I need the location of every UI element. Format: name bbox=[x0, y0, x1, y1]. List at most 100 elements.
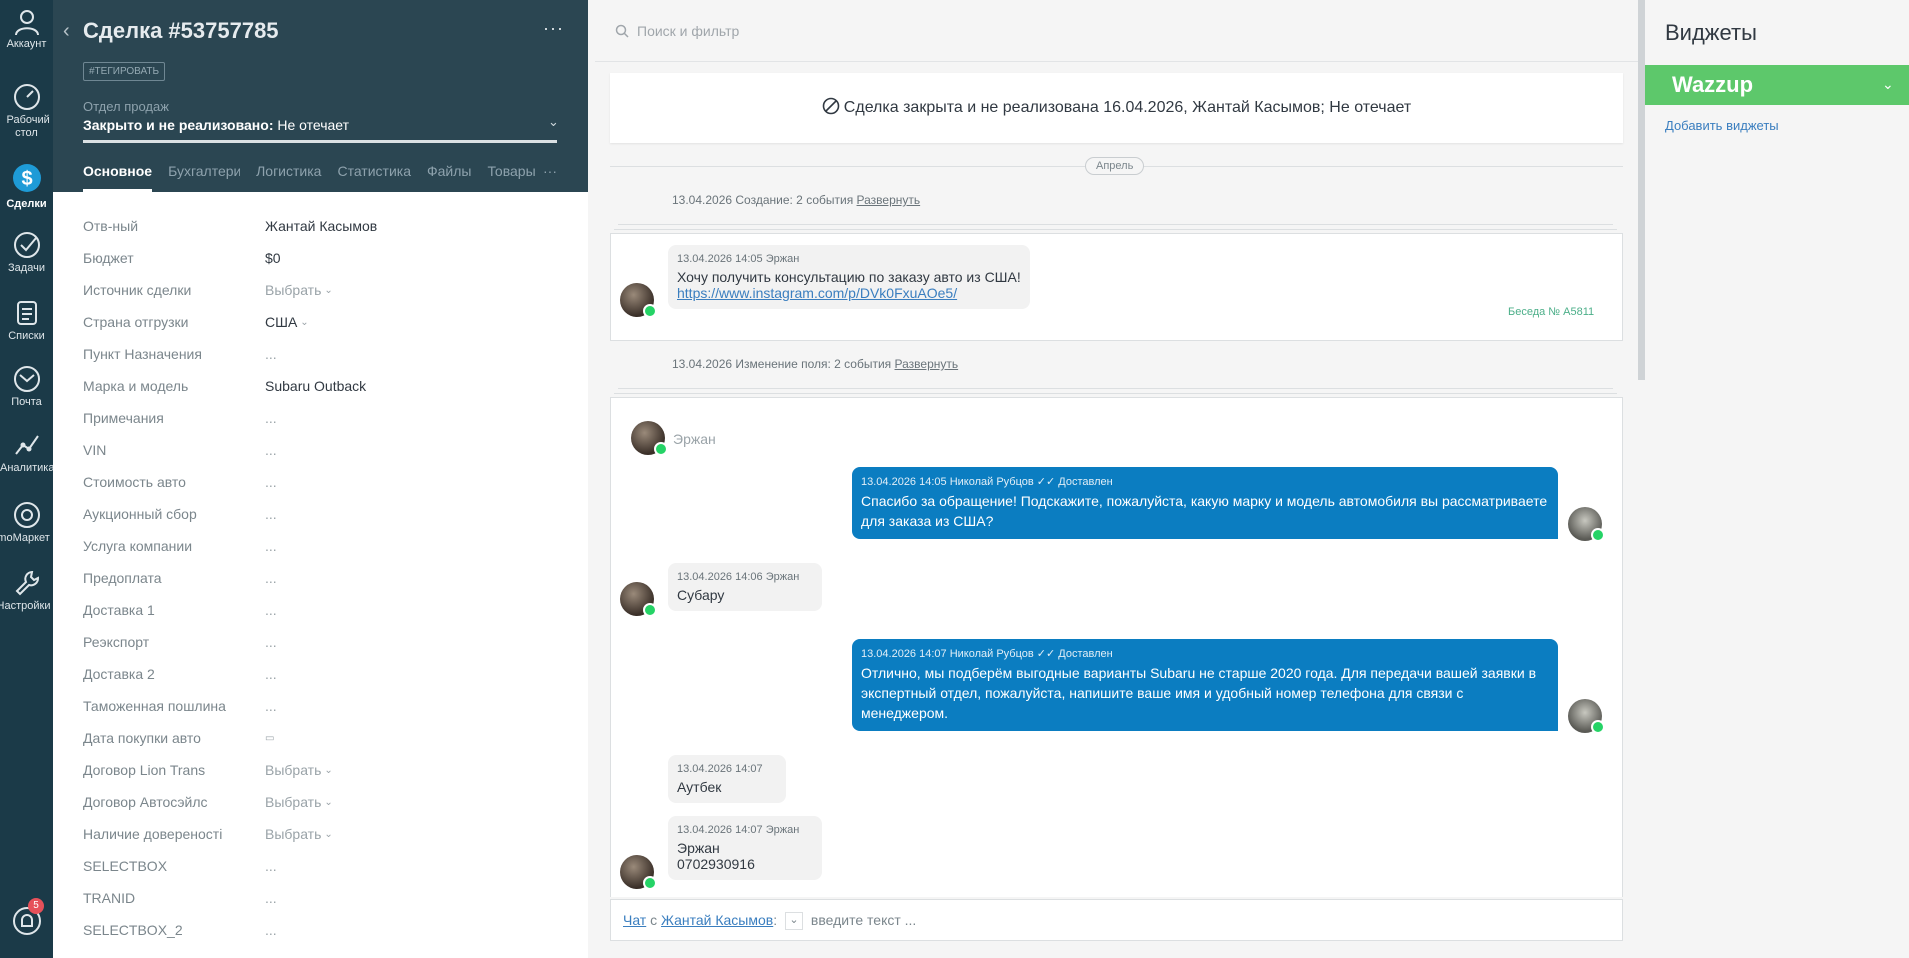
notifications-badge: 5 bbox=[28, 898, 44, 914]
tab-logistics[interactable]: Логистика bbox=[256, 163, 321, 192]
conversation-number[interactable]: Беседа № A5811 bbox=[1508, 306, 1594, 318]
event-created: 13.04.2026 Создание: 2 события Развернут… bbox=[672, 193, 920, 207]
chat-contact-link[interactable]: Жантай Касымов bbox=[661, 912, 773, 928]
field-value[interactable]: Выбрать bbox=[265, 826, 321, 842]
calendar-icon[interactable]: ▭ bbox=[265, 733, 274, 744]
field-label: SELECTBOX_2 bbox=[83, 922, 183, 938]
message-bubble-outgoing: 13.04.2026 14:05 Николай Рубцов ✓✓ Доста… bbox=[852, 467, 1558, 539]
tag-button[interactable]: #ТЕГИРОВАТЬ bbox=[83, 62, 166, 81]
field-value[interactable]: ... bbox=[265, 698, 277, 714]
nav-market[interactable]: amoМаркет bbox=[0, 500, 53, 544]
search-icon bbox=[615, 24, 629, 38]
field-value[interactable]: ... bbox=[265, 442, 277, 458]
tab-products[interactable]: Товары bbox=[487, 163, 535, 192]
nav-tasks[interactable]: Задачи bbox=[0, 230, 53, 274]
chat-input-bar[interactable]: Чат с Жантай Касымов: ⌄ введите текст ..… bbox=[610, 899, 1623, 941]
field-value[interactable]: Выбрать bbox=[265, 282, 321, 298]
nav-deals[interactable]: $ Сделки bbox=[0, 160, 53, 210]
field-row: Таможенная пошлина... bbox=[83, 690, 563, 722]
status-bold: Закрыто и не реализовано: bbox=[83, 117, 274, 133]
field-value[interactable]: США bbox=[265, 314, 297, 330]
feed-panel: Поиск и фильтр Сделка закрыта и не реали… bbox=[595, 0, 1646, 958]
whatsapp-icon bbox=[1591, 528, 1605, 542]
field-value[interactable]: ... bbox=[265, 602, 277, 618]
field-value[interactable]: Subaru Outback bbox=[265, 378, 366, 394]
field-value[interactable]: ... bbox=[265, 922, 277, 938]
card-tabs: Основное Бухгалтерия Логистика Статистик… bbox=[83, 163, 536, 192]
field-label: Таможенная пошлина bbox=[83, 698, 226, 714]
tab-files[interactable]: Файлы bbox=[427, 163, 471, 192]
message-link[interactable]: https://www.instagram.com/p/DVk0FxuAOe5/ bbox=[677, 285, 1021, 301]
nav-settings-label: Настройки bbox=[0, 600, 51, 612]
tab-main[interactable]: Основное bbox=[83, 163, 153, 192]
nav-mail[interactable]: Почта bbox=[0, 364, 53, 408]
field-label: Дата покупки авто bbox=[83, 730, 201, 746]
back-icon[interactable]: ‹ bbox=[63, 20, 70, 43]
nav-analytics[interactable]: Аналитика bbox=[0, 430, 55, 474]
market-icon bbox=[13, 502, 40, 528]
field-value[interactable]: ... bbox=[265, 506, 277, 522]
nav-dashboard[interactable]: Рабочий стол bbox=[0, 82, 53, 140]
chevron-down-icon: ⌄ bbox=[324, 796, 333, 808]
message-meta: 13.04.2026 14:05 Эржан bbox=[677, 253, 800, 265]
message-text: Субару bbox=[677, 587, 725, 603]
status-select[interactable]: Закрыто и не реализовано: Не отечает bbox=[83, 117, 349, 133]
field-label: Аукционный сбор bbox=[83, 506, 197, 522]
wazzup-widget[interactable]: Wazzup bbox=[1645, 65, 1909, 105]
nav-account[interactable]: Аккаунт bbox=[0, 6, 53, 50]
tab-statistics[interactable]: Статистика bbox=[337, 163, 411, 192]
whatsapp-icon bbox=[1591, 720, 1605, 734]
field-value[interactable]: ... bbox=[265, 634, 277, 650]
field-row: Доставка 1... bbox=[83, 594, 563, 626]
expand-link[interactable]: Развернуть bbox=[857, 193, 921, 207]
field-value[interactable]: ... bbox=[265, 474, 277, 490]
svg-text:$: $ bbox=[21, 168, 32, 190]
chat-type-link[interactable]: Чат bbox=[623, 912, 646, 928]
field-value[interactable]: ... bbox=[265, 666, 277, 682]
field-value[interactable]: ... bbox=[265, 410, 277, 426]
account-icon bbox=[14, 10, 39, 36]
status-reason: Не отечает bbox=[273, 117, 350, 133]
card-header: ‹ Сделка #53757785 ··· #ТЕГИРОВАТЬ Отдел… bbox=[53, 0, 588, 192]
field-row: Доставка 2... bbox=[83, 658, 563, 690]
field-value[interactable]: ... bbox=[265, 858, 277, 874]
field-value[interactable]: ... bbox=[265, 570, 277, 586]
whatsapp-icon bbox=[643, 876, 657, 890]
tab-accounting[interactable]: Бухгалтерия bbox=[168, 163, 240, 192]
card-more-button[interactable]: ··· bbox=[543, 18, 564, 39]
field-value[interactable]: ... bbox=[265, 890, 277, 906]
field-label: Отв-ный bbox=[83, 218, 139, 234]
expand-link[interactable]: Развернуть bbox=[895, 357, 959, 371]
pipeline-name: Отдел продаж bbox=[83, 99, 169, 114]
field-label: Услуга компании bbox=[83, 538, 193, 554]
field-value[interactable]: ... bbox=[265, 346, 277, 362]
field-row: Аукционный сбор... bbox=[83, 498, 563, 530]
field-row: Источник сделки Выбрать ⌄ bbox=[83, 274, 563, 306]
nav-notifications[interactable] bbox=[0, 906, 53, 938]
field-row: Договор Автосэйлс Выбрать ⌄ bbox=[83, 786, 563, 818]
chevron-down-icon[interactable]: ⌄ bbox=[548, 114, 559, 130]
field-value[interactable]: Жантай Касымов bbox=[265, 218, 377, 234]
message-input[interactable]: введите текст ... bbox=[811, 912, 916, 928]
field-label: Пункт Назначения bbox=[83, 346, 202, 362]
field-value[interactable]: ... bbox=[265, 538, 277, 554]
closed-banner-text: Сделка закрыта и не реализована 16.04.20… bbox=[843, 99, 1412, 116]
add-widgets-link[interactable]: Добавить виджеты bbox=[1665, 118, 1779, 133]
message-bubble: 13.04.2026 14:07 Аутбек bbox=[668, 755, 786, 803]
nav-analytics-label: Аналитика bbox=[0, 462, 55, 474]
chevron-down-icon[interactable]: ⌄ bbox=[1882, 76, 1894, 93]
field-value[interactable]: $0 bbox=[265, 250, 281, 266]
nav-settings[interactable]: Настройки bbox=[0, 568, 53, 612]
chevron-down-icon[interactable]: ⌄ bbox=[785, 912, 804, 931]
field-value[interactable]: Выбрать bbox=[265, 762, 321, 778]
field-row: SELECTBOX_2... bbox=[83, 914, 563, 946]
message-meta: 13.04.2026 14:07 Эржан bbox=[677, 824, 800, 836]
message-text: Хочу получить консультацию по заказу авт… bbox=[677, 269, 1021, 285]
field-value[interactable]: Выбрать bbox=[265, 794, 321, 810]
search-input[interactable]: Поиск и фильтр bbox=[637, 23, 739, 39]
field-label: Бюджет bbox=[83, 250, 134, 266]
tabs-more-button[interactable]: ··· bbox=[543, 163, 557, 179]
deal-closed-banner: Сделка закрыта и не реализована 16.04.20… bbox=[610, 73, 1623, 143]
search-bar[interactable]: Поиск и фильтр bbox=[595, 0, 1638, 62]
nav-lists[interactable]: Списки bbox=[0, 298, 53, 342]
